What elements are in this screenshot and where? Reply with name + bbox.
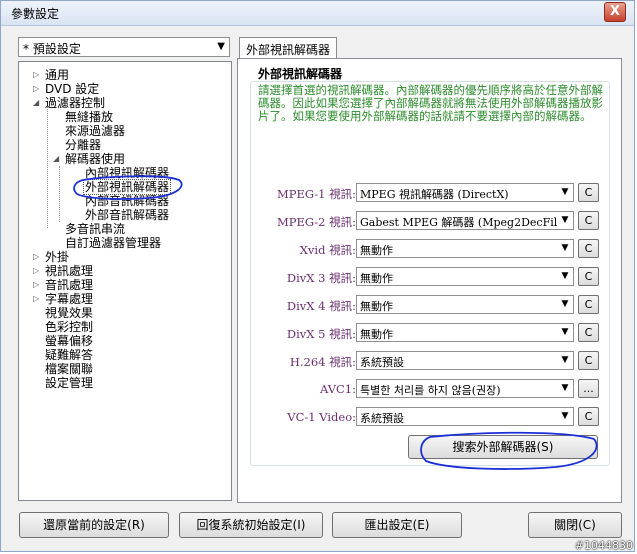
collapse-icon[interactable]: ◢ [53, 154, 59, 163]
tab-label: 外部視訊解碼器 [246, 43, 331, 57]
expand-icon[interactable]: ▷ [33, 84, 39, 93]
decoder-config-button-divx3[interactable]: C [578, 267, 599, 286]
settings-tree: ▷ 通用 ▷ DVD 設定 ◢ 過濾器控制 無縫播放 來源過濾器 分離器 ◢ 解… [18, 61, 232, 501]
window-title: 參數設定 [11, 7, 60, 21]
decoder-select-avc1[interactable]: 특별한 처리를 하지 않음(권장) ▼ [356, 379, 574, 398]
tree-connector [47, 102, 48, 228]
decoder-config-button-h264[interactable]: C [578, 351, 599, 370]
tree-item-seamless[interactable]: 無縫播放 [65, 110, 113, 124]
tree-item-general[interactable]: 通用 [45, 68, 69, 82]
chevron-down-icon: ▼ [217, 41, 225, 52]
chevron-down-icon: ▼ [557, 212, 573, 229]
reset-defaults-button[interactable]: 回復系統初始設定(I) [179, 512, 323, 538]
decoder-label-divx5: DivX 5 視訊: [286, 327, 356, 341]
decoder-select-value: MPEG 視訊解碼器 (DirectX) [360, 188, 509, 201]
chevron-down-icon: ▼ [557, 380, 573, 397]
chevron-down-icon: ▼ [557, 184, 573, 201]
title-bar[interactable]: 參數設定 X [1, 1, 634, 26]
expand-icon[interactable]: ▷ [33, 266, 39, 275]
restore-current-button[interactable]: 還原當前的設定(R) [19, 512, 169, 538]
expand-icon[interactable]: ▷ [33, 252, 39, 261]
chevron-down-icon: ▼ [557, 352, 573, 369]
watermark-text: #1044830 [574, 539, 633, 552]
tree-item-video-processing[interactable]: 視訊處理 [45, 264, 93, 278]
decoder-select-value: 특별한 처리를 하지 않음(권장) [360, 384, 501, 397]
tree-item-filter-control[interactable]: 過濾器控制 [45, 96, 105, 110]
tree-item-multi-audio[interactable]: 多音訊串流 [65, 222, 125, 236]
tree-item-splitter[interactable]: 分離器 [65, 138, 101, 152]
close-window-button[interactable]: X [604, 2, 626, 22]
tree-item-file-association[interactable]: 檔案關聯 [45, 362, 93, 376]
external-video-decoder-panel: 外部視訊解碼器 請選擇首選的視訊解碼器。內部解碼器的優先順序將高於任意外部解碼器… [237, 58, 622, 503]
chevron-down-icon: ▼ [557, 268, 573, 285]
decoder-select-value: 系統預設 [360, 412, 404, 425]
decoder-label-mpeg2: MPEG-2 視訊: [276, 215, 356, 229]
chevron-down-icon: ▼ [557, 240, 573, 257]
collapse-icon[interactable]: ◢ [33, 98, 39, 107]
panel-title: 外部視訊解碼器 [258, 67, 343, 81]
export-settings-button[interactable]: 匯出設定(E) [332, 512, 462, 538]
decoder-select-value: 無動作 [360, 328, 393, 341]
tree-item-external-audio[interactable]: 外部音訊解碼器 [85, 208, 169, 222]
chevron-down-icon: ▼ [557, 408, 573, 425]
tree-item-plugins[interactable]: 外掛 [45, 250, 69, 264]
decoder-select-mpeg1[interactable]: MPEG 視訊解碼器 (DirectX) ▼ [356, 183, 574, 202]
chevron-down-icon: ▼ [557, 324, 573, 341]
tree-connector [59, 166, 60, 222]
preset-select[interactable]: * 預設設定 ▼ [18, 37, 230, 57]
decoder-select-xvid[interactable]: 無動作 ▼ [356, 239, 574, 258]
panel-description: 請選擇首選的視訊解碼器。內部解碼器的優先順序將高於任意外部解碼器。因此如果您選擇… [258, 83, 603, 123]
chevron-down-icon: ▼ [557, 296, 573, 313]
decoder-label-divx4: DivX 4 視訊: [286, 299, 356, 313]
expand-icon[interactable]: ▷ [33, 280, 39, 289]
tree-item-decoder-usage[interactable]: 解碼器使用 [65, 152, 125, 166]
decoder-select-value: 無動作 [360, 300, 393, 313]
hand-drawn-highlight-circle [73, 175, 183, 200]
decoder-label-h264: H.264 視訊: [289, 355, 356, 369]
decoder-config-button-xvid[interactable]: C [578, 239, 599, 258]
decoder-select-value: 無動作 [360, 244, 393, 257]
expand-icon[interactable]: ▷ [33, 70, 39, 79]
decoder-select-vc1[interactable]: 系統預設 ▼ [356, 407, 574, 426]
hand-drawn-highlight-circle [420, 431, 598, 470]
tree-item-screen-offset[interactable]: 螢幕偏移 [45, 334, 93, 348]
tree-item-color-control[interactable]: 色彩控制 [45, 320, 93, 334]
decoder-select-divx3[interactable]: 無動作 ▼ [356, 267, 574, 286]
expand-icon[interactable]: ▷ [33, 294, 39, 303]
decoder-config-button-mpeg1[interactable]: C [578, 183, 599, 202]
decoder-select-divx5[interactable]: 無動作 ▼ [356, 323, 574, 342]
tree-item-dvd[interactable]: DVD 設定 [45, 82, 99, 96]
decoder-label-mpeg1: MPEG-1 視訊: [276, 187, 356, 201]
tree-item-audio-processing[interactable]: 音訊處理 [45, 278, 93, 292]
decoder-config-button-vc1[interactable]: C [578, 407, 599, 426]
decoder-config-button-avc1[interactable]: ... [578, 379, 599, 398]
decoder-select-h264[interactable]: 系統預設 ▼ [356, 351, 574, 370]
decoder-label-xvid: Xvid 視訊: [299, 243, 356, 257]
decoder-label-vc1: VC-1 Video: [287, 410, 356, 424]
decoder-select-mpeg2[interactable]: Gabest MPEG 解碼器 (Mpeg2DecFilter.a ▼ [356, 211, 574, 230]
preset-select-value: * 預設設定 [23, 42, 81, 56]
tree-item-settings-management[interactable]: 設定管理 [45, 376, 93, 390]
decoder-select-value: 系統預設 [360, 356, 404, 369]
decoder-config-button-divx5[interactable]: C [578, 323, 599, 342]
settings-window: 參數設定 X * 預設設定 ▼ ▷ 通用 ▷ DVD 設定 ◢ 過濾器控制 無縫… [0, 0, 635, 552]
tree-item-source-filter[interactable]: 來源過濾器 [65, 124, 125, 138]
decoder-label-avc1: AVC1: [319, 382, 356, 396]
tree-item-custom-filter[interactable]: 自訂過濾器管理器 [65, 236, 161, 250]
decoder-select-divx4[interactable]: 無動作 ▼ [356, 295, 574, 314]
decoder-label-divx3: DivX 3 視訊: [286, 271, 356, 285]
close-button[interactable]: 關閉(C) [528, 512, 622, 538]
tree-item-visual-effects[interactable]: 視覺效果 [45, 306, 93, 320]
decoder-config-button-divx4[interactable]: C [578, 295, 599, 314]
decoder-config-button-mpeg2[interactable]: C [578, 211, 599, 230]
tree-item-troubleshooting[interactable]: 疑難解答 [45, 348, 93, 362]
tab-external-video-decoder[interactable]: 外部視訊解碼器 [239, 37, 337, 59]
decoder-select-value: Gabest MPEG 解碼器 (Mpeg2DecFilter.a [360, 216, 574, 229]
tree-item-subtitle-processing[interactable]: 字幕處理 [45, 292, 93, 306]
decoder-select-value: 無動作 [360, 272, 393, 285]
